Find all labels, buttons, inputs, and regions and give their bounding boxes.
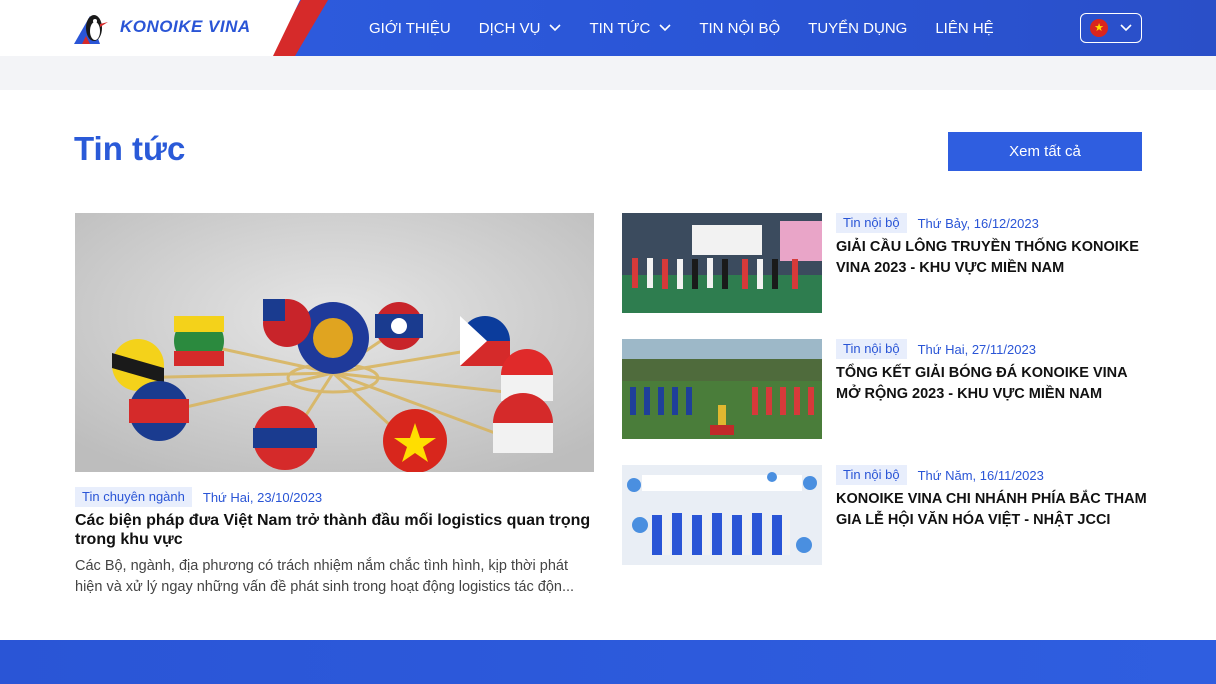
news-title[interactable]: GIẢI CẦU LÔNG TRUYỀN THỐNG KONOIKE VINA … [836, 237, 1148, 279]
news-thumbnail[interactable] [622, 213, 822, 313]
site-header: KONOIKE VINA GIỚI THIỆU DỊCH VỤ TIN TỨC … [0, 0, 1216, 56]
nav-label: DỊCH VỤ [478, 19, 541, 37]
sub-header-band [0, 56, 1216, 90]
post-date: Thứ Năm, 16/11/2023 [917, 467, 1044, 483]
nav-item-lien-he[interactable]: LIÊN HỆ [935, 0, 993, 56]
festival-photo-image [622, 465, 822, 565]
category-tag[interactable]: Tin nội bộ [836, 465, 907, 485]
section-title: Tin tức [74, 130, 186, 167]
featured-image[interactable] [75, 213, 594, 472]
chevron-down-icon [659, 24, 671, 32]
featured-meta: Tin chuyên ngành Thứ Hai, 23/10/2023 [75, 487, 322, 507]
nav-label: TIN NỘI BỘ [699, 19, 781, 37]
language-selector[interactable]: ★ [1080, 13, 1142, 43]
nav-item-tin-tuc[interactable]: TIN TỨC [589, 0, 671, 56]
view-all-button[interactable]: Xem tất cả [948, 132, 1142, 171]
nav-label: GIỚI THIỆU [369, 19, 451, 37]
news-thumbnail[interactable] [622, 339, 822, 439]
featured-title[interactable]: Các biện pháp đưa Việt Nam trở thành đầu… [75, 511, 605, 549]
badminton-photo-image [622, 213, 822, 313]
category-tag[interactable]: Tin nội bộ [836, 339, 907, 359]
news-thumbnail[interactable] [622, 465, 822, 565]
nav-item-dich-vu[interactable]: DỊCH VỤ [479, 0, 562, 56]
nav-item-gioi-thieu[interactable]: GIỚI THIỆU [369, 0, 451, 56]
category-tag[interactable]: Tin nội bộ [836, 213, 907, 233]
nav-item-tuyen-dung[interactable]: TUYỂN DỤNG [808, 0, 907, 56]
chevron-down-icon [1120, 24, 1132, 32]
news-title[interactable]: KONOIKE VINA CHI NHÁNH PHÍA BẮC THAM GIA… [836, 489, 1148, 531]
news-meta: Tin nội bộ Thứ Năm, 16/11/2023 [836, 465, 1044, 485]
nav-label: TUYỂN DỤNG [808, 19, 908, 37]
post-date: Thứ Bảy, 16/12/2023 [917, 215, 1039, 231]
chevron-down-icon [549, 24, 562, 32]
penguin-logo-icon [74, 15, 108, 44]
logo-area[interactable]: KONOIKE VINA [0, 0, 300, 56]
news-title[interactable]: TỔNG KẾT GIẢI BÓNG ĐÁ KONOIKE VINA MỞ RỘ… [836, 363, 1148, 405]
main-nav: GIỚI THIỆU DỊCH VỤ TIN TỨC TIN NỘI BỘ TU… [369, 0, 1022, 56]
football-photo-image [622, 339, 822, 439]
nav-label: LIÊN HỆ [935, 19, 994, 37]
brand-name: KONOIKE VINA [120, 17, 251, 36]
featured-excerpt: Các Bộ, ngành, địa phương có trách nhiệm… [75, 558, 575, 595]
nav-label: TIN TỨC [589, 19, 651, 37]
post-date: Thứ Hai, 23/10/2023 [202, 489, 323, 505]
news-meta: Tin nội bộ Thứ Bảy, 16/12/2023 [836, 213, 1039, 233]
category-tag[interactable]: Tin chuyên ngành [75, 487, 192, 507]
vietnam-flag-icon: ★ [1090, 19, 1108, 37]
post-date: Thứ Hai, 27/11/2023 [917, 341, 1036, 357]
footer-band [0, 640, 1216, 684]
nav-item-tin-noi-bo[interactable]: TIN NỘI BỘ [699, 0, 780, 56]
asean-flags-image [75, 213, 594, 472]
news-meta: Tin nội bộ Thứ Hai, 27/11/2023 [836, 339, 1036, 359]
